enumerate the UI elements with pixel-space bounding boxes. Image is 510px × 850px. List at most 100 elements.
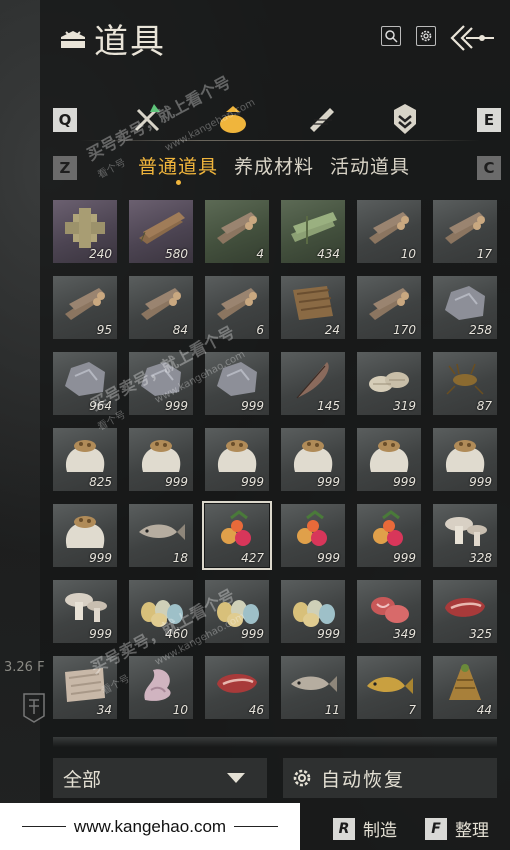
item-slot[interactable]: 7 [357,656,421,719]
auto-restore-button[interactable]: 自动恢复 [283,758,497,798]
item-slot[interactable]: 999 [53,580,117,643]
item-quantity: 999 [241,475,264,489]
item-slot[interactable]: 87 [433,352,497,415]
filter-value: 全部 [63,768,102,791]
item-slot[interactable]: 11 [281,656,345,719]
item-slot[interactable]: 6 [205,276,269,339]
item-slot[interactable]: 319 [357,352,421,415]
hide-icon [65,668,105,702]
search-button[interactable] [381,26,401,46]
item-quantity: 999 [165,399,188,413]
carp-icon [367,677,413,694]
item-slot[interactable]: 964 [53,352,117,415]
item-slot[interactable]: 999 [357,504,421,567]
sort-button[interactable]: F 整理 [425,816,489,841]
item-slot[interactable]: 999 [205,428,269,491]
item-slot[interactable]: 17 [433,200,497,263]
wood-plank-icon [139,212,185,244]
filter-dropdown[interactable]: 全部 [53,758,267,798]
item-slot[interactable]: 145 [281,352,345,415]
item-slot[interactable]: 328 [433,504,497,567]
log-bundle-icon [141,288,181,320]
item-quantity: 44 [476,703,492,717]
back-arrow-icon[interactable] [450,22,498,54]
item-slot[interactable]: 999 [205,580,269,643]
eggs-icon [217,600,259,627]
item-quantity: 964 [89,399,112,413]
item-slot[interactable]: 825 [53,428,117,491]
item-slot[interactable]: 34 [53,656,117,719]
inventory-bag-icon [61,30,85,48]
category-items-tab[interactable] [216,102,250,136]
item-slot[interactable]: 999 [129,428,193,491]
watermark-line-right [234,826,279,827]
item-slot[interactable]: 999 [433,428,497,491]
item-quantity: 460 [165,627,188,641]
item-quantity: 18 [172,551,188,565]
log-bundle-icon [369,212,409,244]
craft-button[interactable]: R 制造 [333,816,397,841]
item-quantity: 999 [317,627,340,641]
log-bundle-icon [65,288,105,320]
item-slot[interactable]: 427 [202,501,272,570]
item-quantity: 999 [469,475,492,489]
page-title: 道具 [94,22,166,62]
prev-category-key[interactable]: Q [53,108,77,132]
item-slot[interactable]: 170 [357,276,421,339]
side-info-text: 3.26 F [4,660,45,675]
item-slot[interactable]: 18 [129,504,193,567]
shell-icon [369,372,409,392]
steak-icon [217,673,257,693]
watermark-banner: www.kangehao.com [0,803,300,850]
item-slot[interactable]: 999 [281,504,345,567]
item-quantity: 999 [317,551,340,565]
item-slot[interactable]: 10 [357,200,421,263]
item-quantity: 10 [172,703,188,717]
item-slot[interactable]: 999 [205,352,269,415]
item-slot[interactable]: 999 [281,428,345,491]
item-slot[interactable]: 349 [357,580,421,643]
item-slot[interactable]: 999 [129,352,193,415]
item-quantity: 999 [393,475,416,489]
item-slot[interactable]: 258 [433,276,497,339]
prev-subtab-key[interactable]: Z [53,156,77,180]
item-slot[interactable]: 580 [129,200,193,263]
subtab-event-items[interactable]: 活动道具 [330,152,410,179]
mushroom-icon [65,593,107,622]
ore-stone-icon [445,286,485,320]
settings-button[interactable] [416,26,436,46]
active-tab-indicator [176,180,181,185]
auto-restore-label: 自动恢复 [321,768,406,791]
log-bundle-icon [217,212,257,244]
item-quantity: 999 [89,627,112,641]
fruit-icon [373,510,403,546]
next-category-key[interactable]: E [477,108,501,132]
next-subtab-key[interactable]: C [477,156,501,180]
item-slot[interactable]: 999 [357,428,421,491]
item-slot[interactable]: 999 [53,504,117,567]
category-scroll-tab[interactable] [304,102,338,136]
item-slot[interactable]: 44 [433,656,497,719]
category-combat-tab[interactable] [130,102,164,136]
subtab-common-items[interactable]: 普通道具 [138,152,218,179]
item-quantity: 87 [476,399,492,413]
watermark-line-left [21,826,66,827]
raw-meat-icon [371,597,409,623]
grain-sack-icon [217,440,257,472]
herb-root-icon [449,664,481,700]
item-slot[interactable]: 434 [281,200,345,263]
ore-stone-icon [141,362,181,396]
item-slot[interactable]: 10 [129,656,193,719]
item-slot[interactable]: 4 [205,200,269,263]
item-slot[interactable]: 46 [205,656,269,719]
craft-key: R [333,817,355,840]
item-slot[interactable]: 24 [281,276,345,339]
item-slot[interactable]: 999 [281,580,345,643]
item-slot[interactable]: 460 [129,580,193,643]
category-badge-tab[interactable] [388,102,422,136]
item-slot[interactable]: 95 [53,276,117,339]
item-slot[interactable]: 240 [53,200,117,263]
subtab-materials[interactable]: 养成材料 [234,152,314,179]
item-slot[interactable]: 84 [129,276,193,339]
item-slot[interactable]: 325 [433,580,497,643]
